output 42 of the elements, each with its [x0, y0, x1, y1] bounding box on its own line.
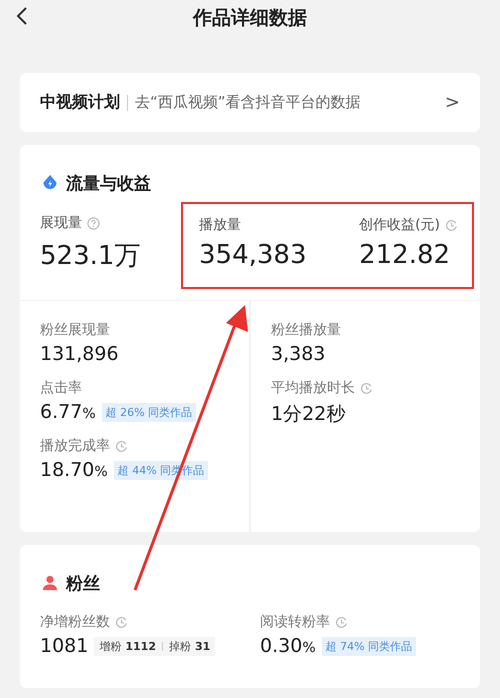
section-title: 粉丝: [66, 572, 100, 594]
metric-value: 131,896: [40, 343, 119, 365]
person-icon: [42, 574, 58, 592]
metric-label: 粉丝播放量: [271, 321, 341, 339]
comparison-badge: 超 26% 同类作品: [102, 402, 196, 422]
lightning-icon: [42, 174, 58, 192]
plan-link[interactable]: 去“西瓜视频”看含抖音平台的数据: [135, 93, 361, 112]
metric-label: 展现量: [40, 214, 82, 232]
metric-value: 0.30%: [260, 635, 316, 657]
chevron-icon[interactable]: >: [444, 92, 460, 113]
refresh-icon[interactable]: [360, 382, 373, 394]
comparison-badge: 超 74% 同类作品: [322, 636, 416, 656]
metric-label: 点击率: [40, 379, 82, 397]
section-title: 流量与收益: [66, 172, 151, 194]
breakdown-value: 31: [194, 640, 210, 652]
metric-label: 平均播放时长: [271, 379, 355, 397]
metric-label: 创作收益(元): [359, 216, 440, 234]
plan-banner[interactable]: 中视频计划 去“西瓜视频”看含抖音平台的数据 >: [20, 73, 480, 132]
metric-value: 354,383: [199, 240, 307, 270]
metric-label: 播放量: [199, 216, 241, 234]
metric-label: 播放完成率: [40, 437, 110, 455]
refresh-icon[interactable]: [335, 616, 348, 628]
back-icon[interactable]: [16, 6, 28, 26]
page-title: 作品详细数据: [193, 6, 307, 31]
refresh-icon[interactable]: [115, 616, 128, 628]
refresh-icon[interactable]: [115, 440, 128, 452]
metric-value: 18.70%: [40, 459, 108, 481]
plan-name: 中视频计划: [40, 92, 120, 113]
help-icon[interactable]: [87, 216, 100, 230]
metric-value: 212.82: [359, 240, 452, 270]
metric-label: 净增粉丝数: [40, 613, 110, 631]
breakdown-label: 增粉: [99, 638, 122, 654]
metric-value: 1081: [40, 635, 88, 657]
breakdown-label: 掉粉: [168, 638, 191, 654]
metric-label: 粉丝展现量: [40, 321, 110, 339]
refresh-icon[interactable]: [445, 218, 458, 232]
metric-value: 3,383: [271, 343, 326, 365]
metric-value: 523.1万: [40, 240, 142, 273]
metric-value: 1分22秒: [271, 402, 346, 427]
metric-label: 阅读转粉率: [260, 613, 330, 631]
metric-value: 6.77%: [40, 401, 96, 423]
breakdown-value: 1112: [125, 640, 156, 652]
